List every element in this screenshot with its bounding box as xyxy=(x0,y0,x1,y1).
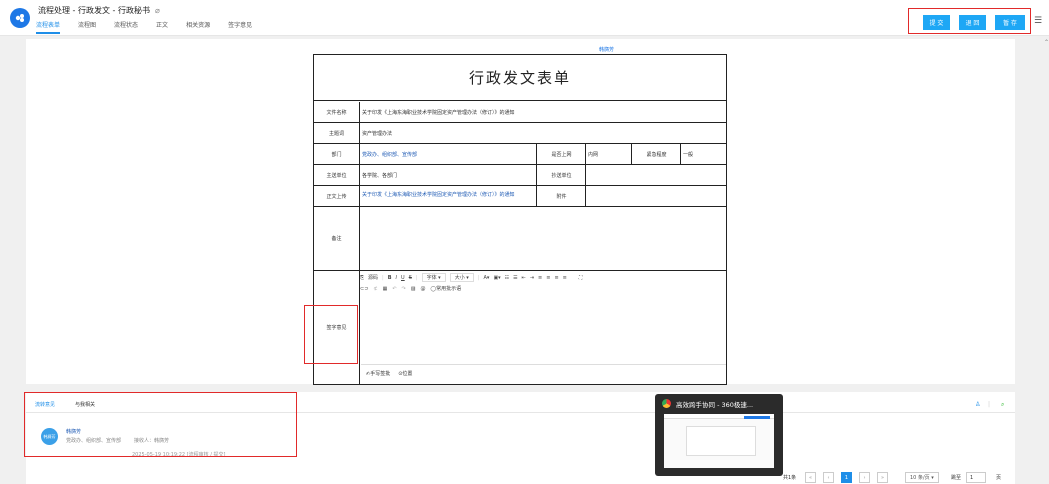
goto-page-input[interactable]: 1 xyxy=(966,472,986,483)
dept-value[interactable]: 党政办、组织部、宣传部 xyxy=(362,144,537,164)
return-button[interactable]: 退 回 xyxy=(959,15,986,30)
menu-icon[interactable]: ☰ xyxy=(1034,16,1042,26)
undo-icon[interactable]: ↶ xyxy=(392,286,396,292)
fullscreen-icon[interactable]: ⛶ xyxy=(579,275,583,281)
goto-label: 跳至 xyxy=(951,475,962,481)
at-icon[interactable]: @ xyxy=(420,286,425,292)
main-send-label: 主送单位 xyxy=(314,165,360,185)
form-table: 行政发文表单 文件名称 关于印发《上海东海职业技术学院固定资产管理办法（修订）》… xyxy=(313,54,727,385)
separator: | xyxy=(988,401,991,408)
align-left-icon[interactable]: ≡ xyxy=(538,275,542,281)
attachment-label: 附件 xyxy=(538,186,586,206)
main-send-value: 各学院、各部门 xyxy=(362,165,537,185)
row-divider xyxy=(314,270,726,271)
font-color-icon[interactable]: A▾ xyxy=(484,275,490,281)
page-size-select[interactable]: 10 条/页 ▾ xyxy=(905,472,939,483)
page-title: 流程处理 - 行政发文 - 行政秘书 ⌀ xyxy=(38,6,160,15)
app-logo-icon xyxy=(10,8,30,28)
person-icon[interactable]: ♙ xyxy=(975,401,980,408)
current-user: 韩旖芳 xyxy=(599,47,615,53)
cc-label: 抄送单位 xyxy=(538,165,586,185)
scrollbar[interactable]: ⌃ xyxy=(1042,39,1049,484)
bold-button[interactable]: B xyxy=(388,275,392,281)
form-title: 行政发文表单 xyxy=(314,55,726,101)
online-value[interactable]: 内网 xyxy=(588,144,632,164)
online-label: 是否上网 xyxy=(538,144,586,164)
underline-button[interactable]: U xyxy=(401,275,405,281)
urgency-label: 紧急程度 xyxy=(633,144,681,164)
indent-icon[interactable]: ⇥ xyxy=(530,275,534,281)
dept-label: 部门 xyxy=(314,144,360,164)
source-button[interactable]: 源码 xyxy=(368,274,378,281)
handwrite-button[interactable]: ✍手写签批 xyxy=(366,370,390,377)
editor-divider xyxy=(361,364,726,365)
location-button[interactable]: ⊙位置 xyxy=(398,370,412,377)
page-unit-label: 页 xyxy=(996,475,1002,481)
table-icon[interactable]: ▦ xyxy=(383,286,388,292)
window-thumbnail[interactable] xyxy=(664,414,774,468)
editor-toolbar: ⎘ 源码 | B I U S | 字体 ▾ 大小 ▾ | A▾ ▣▾ ☷ ☰ ⇤ … xyxy=(360,273,583,292)
font-size-select[interactable]: 大小 ▾ xyxy=(449,273,474,282)
first-page-button[interactable]: « xyxy=(805,472,816,483)
align-justify-icon[interactable]: ≡ xyxy=(563,275,567,281)
body-label: 正文上传 xyxy=(314,186,360,206)
redo-icon[interactable]: ↷ xyxy=(402,286,406,292)
circulation-highlight xyxy=(24,392,297,457)
opinion-highlight xyxy=(304,305,358,364)
remark-field[interactable] xyxy=(362,207,722,270)
subject-label: 主题词 xyxy=(314,123,360,143)
common-phrases-button[interactable]: ◯常用批示语 xyxy=(430,285,461,292)
cc-value[interactable] xyxy=(588,165,722,185)
edit-icon[interactable]: ⌀ xyxy=(155,6,160,15)
body-file-link[interactable]: 关于印发《上海东海职业技术学院固定资产管理办法（修订）》的通知 xyxy=(362,186,537,206)
strike-button[interactable]: S xyxy=(409,275,412,281)
editor-footer: ✍手写签批 ⊙位置 xyxy=(366,370,412,377)
urgency-value[interactable]: 一般 xyxy=(683,144,723,164)
header-tabs: 流程表单 流程图 流程状态 正文 相关资源 签字意见 xyxy=(36,20,270,34)
doc-name-value: 关于印发《上海东海职业技术学院固定资产管理办法（修订）》的通知 xyxy=(362,109,515,116)
source-icon[interactable]: ⎘ xyxy=(360,275,364,281)
remark-label: 备注 xyxy=(314,207,360,270)
doc-name-label: 文件名称 xyxy=(314,102,360,122)
window-preview-title: 高效跨手协同 - 360极速... xyxy=(676,401,754,409)
tab-flowchart[interactable]: 流程图 xyxy=(78,20,96,34)
outdent-icon[interactable]: ⇤ xyxy=(522,275,526,281)
subject-value: 资产管理办法 xyxy=(362,130,393,137)
tab-form[interactable]: 流程表单 xyxy=(36,20,61,34)
prev-page-button[interactable]: ‹ xyxy=(823,472,834,483)
submit-button[interactable]: 提 交 xyxy=(923,15,950,30)
image-icon[interactable]: ▨ xyxy=(411,286,416,292)
scroll-up-icon[interactable]: ⌃ xyxy=(1044,39,1049,46)
ordered-list-icon[interactable]: ☷ xyxy=(505,275,509,281)
unlink-icon[interactable]: ⊄ xyxy=(373,286,377,292)
font-family-select[interactable]: 字体 ▾ xyxy=(421,273,446,282)
save-button[interactable]: 暂 存 xyxy=(995,15,1025,30)
align-right-icon[interactable]: ≡ xyxy=(554,275,558,281)
bullet-list-icon[interactable]: ☰ xyxy=(513,275,517,281)
page-1-button[interactable]: 1 xyxy=(841,472,852,483)
window-preview-popup[interactable]: 高效跨手协同 - 360极速... xyxy=(655,394,783,476)
italic-button[interactable]: I xyxy=(396,275,397,281)
search-icon[interactable]: ⌕ xyxy=(1001,401,1004,409)
align-center-icon[interactable]: ≡ xyxy=(546,275,550,281)
tab-opinions[interactable]: 签字意见 xyxy=(228,20,252,34)
browser-icon xyxy=(662,399,671,408)
tab-resources[interactable]: 相关资源 xyxy=(186,20,210,34)
next-page-button[interactable]: › xyxy=(859,472,870,483)
link-icon[interactable]: ⊂⊃ xyxy=(360,286,368,292)
total-count: 共1条 xyxy=(783,475,797,481)
bg-color-icon[interactable]: ▣▾ xyxy=(493,275,500,281)
top-header: 流程处理 - 行政发文 - 行政秘书 ⌀ 流程表单 流程图 流程状态 正文 相关资… xyxy=(0,0,1049,36)
action-buttons-highlight: 提 交 退 回 暂 存 xyxy=(908,8,1031,34)
tab-body[interactable]: 正文 xyxy=(156,20,168,34)
tab-status[interactable]: 流程状态 xyxy=(114,20,138,34)
last-page-button[interactable]: » xyxy=(877,472,888,483)
